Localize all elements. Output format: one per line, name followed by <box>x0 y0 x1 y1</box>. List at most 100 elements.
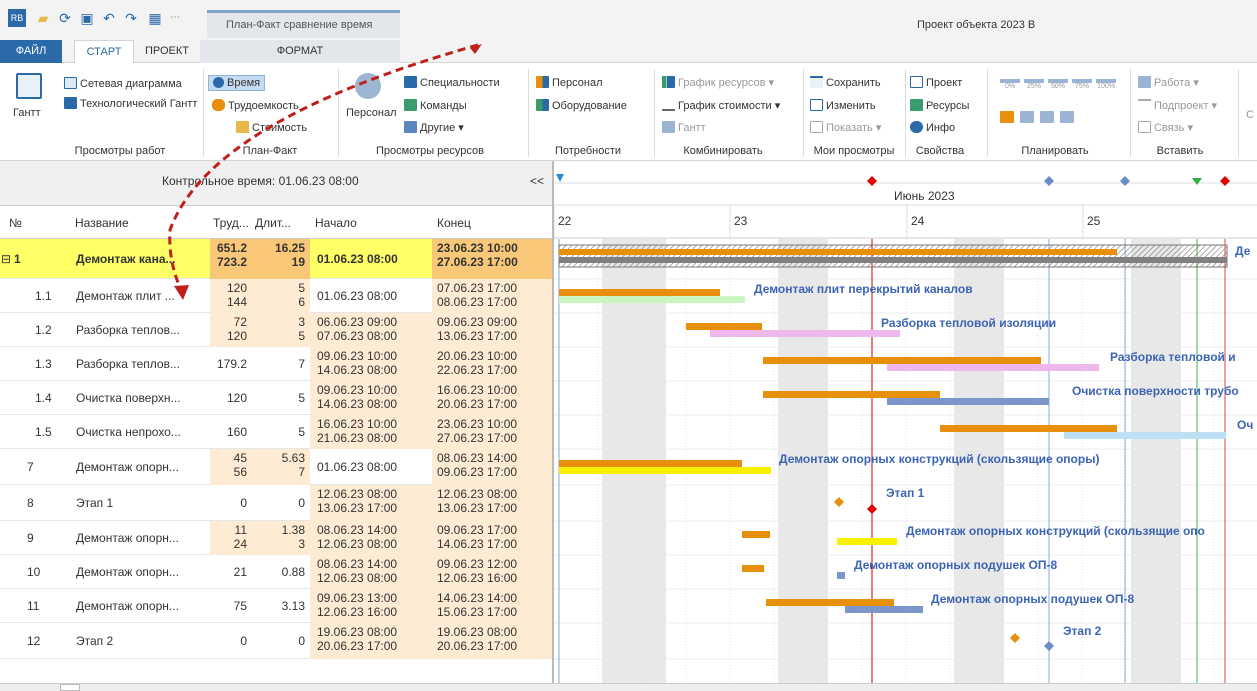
end: 09.06.23 12:00 <box>437 557 518 571</box>
collapse-button[interactable]: << <box>530 174 544 188</box>
dur: 16.25 <box>274 241 305 255</box>
table-row[interactable]: 1.2 Разборка теплов... 72 120 3 5 06.06.23 09:… <box>0 313 552 347</box>
clock-icon <box>213 77 224 88</box>
edit-view-button[interactable]: Изменить <box>810 99 876 112</box>
open-folder-icon[interactable]: ▰ <box>34 9 52 27</box>
resource-chart-button[interactable]: График ресурсов ▾ <box>662 76 774 89</box>
summary-row[interactable]: 1 ⊟ Демонтаж кана... 651.2 723.2 16.25 19 01.06… <box>0 239 552 279</box>
network-diagram-button[interactable]: Сетевая диаграмма <box>64 77 182 90</box>
tech-gantt-button[interactable]: Технологический Гантт <box>64 97 197 110</box>
group-separator <box>987 69 988 157</box>
project-properties-button[interactable]: Проект <box>910 76 962 89</box>
group-views: Просмотры работ <box>74 145 166 157</box>
percent-50-button[interactable]: 50% <box>1048 79 1068 99</box>
gantt-label: Оч <box>1237 418 1253 432</box>
insert-link-button[interactable]: Связь ▾ <box>1138 121 1193 134</box>
ribbon: Гантт Сетевая диаграмма Технологический … <box>0 63 1257 161</box>
insert-work-button[interactable]: Работа ▾ <box>1138 76 1199 89</box>
insert-subproject-label: Подпроект ▾ <box>1154 100 1218 112</box>
dur: 0 <box>298 496 305 510</box>
start: 16.06.23 10:00 <box>317 417 398 431</box>
table-icon[interactable]: ▦ <box>146 9 164 27</box>
save-icon[interactable]: ▣ <box>78 9 96 27</box>
save-view-button[interactable]: Сохранить <box>810 76 881 89</box>
horizontal-scrollbar[interactable] <box>0 683 1257 691</box>
personnel-view-button[interactable]: Персонал <box>346 107 397 119</box>
specialties-button[interactable]: Специальности <box>404 76 500 89</box>
table-row[interactable]: 1.1 Демонтаж плит ... 120 144 5 6 01.06.23 08:… <box>0 279 552 313</box>
tab-file[interactable]: ФАЙЛ <box>0 40 62 63</box>
scroll-thumb[interactable] <box>60 684 80 691</box>
schedule-buttons[interactable] <box>1000 111 1120 123</box>
info-button[interactable]: Инфо <box>910 121 955 134</box>
table-row[interactable]: 8 Этап 1 0 0 12.06.23 08:00 13.06.23 17:00 12.… <box>0 485 552 521</box>
plan-bar <box>686 323 762 330</box>
plan-bar <box>559 460 742 467</box>
end: 23.06.23 10:00 <box>437 241 518 255</box>
redo-icon[interactable]: ↷ <box>122 9 140 27</box>
table-row[interactable]: 1.5 Очистка непрохо... 160 5 16.06.23 10:00 2… <box>0 415 552 449</box>
tab-start[interactable]: СТАРТ <box>74 40 134 64</box>
tab-project[interactable]: ПРОЕКТ <box>134 40 200 63</box>
task-name: Демонтаж опорн... <box>76 565 179 579</box>
table-row[interactable]: 12 Этап 2 0 0 19.06.23 08:00 20.06.23 17:00 19… <box>0 623 552 659</box>
table-row[interactable]: 1.4 Очистка поверхн... 120 5 09.06.23 10:00 1… <box>0 381 552 415</box>
day-label: 23 <box>734 214 748 228</box>
people-icon <box>212 99 225 111</box>
cost-button[interactable]: Стоимость <box>236 121 307 134</box>
percent-75-button[interactable]: 75% <box>1072 79 1092 99</box>
percent-100-button[interactable]: 100% <box>1096 79 1116 99</box>
customize-qat-icon[interactable]: ⋯ <box>166 9 184 27</box>
edit-view-label: Изменить <box>826 100 876 112</box>
start: 12.06.23 08:00 <box>317 571 398 585</box>
tab-format[interactable]: ФОРМАТ <box>200 40 400 63</box>
show-view-icon <box>810 121 823 133</box>
col-duration[interactable]: Длит... <box>255 216 291 230</box>
col-num[interactable]: № <box>9 216 22 230</box>
col-labor[interactable]: Труд... <box>213 216 249 230</box>
table-row[interactable]: 9 Демонтаж опорн... 11 24 1.38 3 08.06.23 14:0… <box>0 521 552 555</box>
gantt-combine-button[interactable]: Гантт <box>662 121 706 134</box>
percent-25-button[interactable]: 25% <box>1024 79 1044 99</box>
others-button[interactable]: Другие ▾ <box>404 121 464 134</box>
col-name[interactable]: Название <box>75 216 129 230</box>
resources-properties-button[interactable]: Ресурсы <box>910 99 969 112</box>
cost-chart-button[interactable]: График стоимости ▾ <box>662 99 780 112</box>
labor: 56 <box>233 465 247 479</box>
table-row[interactable]: 10 Демонтаж опорн... 21 0.88 08.06.23 14:00 1… <box>0 555 552 589</box>
task-name: Демонтаж плит ... <box>76 289 175 303</box>
dur: 3 <box>298 315 305 329</box>
labor: 75 <box>233 599 247 613</box>
start: 21.06.23 08:00 <box>317 431 398 445</box>
fact-bar <box>710 330 900 337</box>
refresh-icon[interactable]: ⟳ <box>56 9 74 27</box>
specialties-icon <box>404 76 417 88</box>
insert-subproject-button[interactable]: Подпроект ▾ <box>1138 99 1217 112</box>
labor-button[interactable]: Трудоемкость <box>212 99 299 112</box>
col-end[interactable]: Конец <box>437 216 471 230</box>
need-personnel-button[interactable]: Персонал <box>536 76 603 89</box>
gantt-label: Этап 2 <box>1063 624 1102 638</box>
gantt-button[interactable]: Гантт <box>13 107 41 119</box>
gantt-label: Этап 1 <box>886 486 925 500</box>
equipment-icon <box>536 99 549 111</box>
nonworking-band <box>1131 239 1181 683</box>
group-resources: Просмотры ресурсов <box>375 145 484 157</box>
time-button[interactable]: Время <box>208 75 266 91</box>
percent-0-button[interactable]: 0% <box>1000 79 1020 99</box>
equipment-button[interactable]: Оборудование <box>536 99 627 112</box>
undo-icon[interactable]: ↶ <box>100 9 118 27</box>
ribbon-tabs: ФАЙЛ СТАРТ ПРОЕКТ ФОРМАТ <box>0 40 1257 64</box>
teams-button[interactable]: Команды <box>404 99 467 112</box>
summary-fact-bar <box>559 257 1227 263</box>
gantt-label: Демонтаж опорных подушек ОП-8 <box>931 592 1134 606</box>
table-row[interactable]: 11 Демонтаж опорн... 75 3.13 09.06.23 13:00 1… <box>0 589 552 623</box>
collapse-toggle-icon[interactable]: ⊟ <box>1 253 11 265</box>
project-properties-label: Проект <box>926 77 963 89</box>
col-start[interactable]: Начало <box>315 216 357 230</box>
table-row[interactable]: 1.3 Разборка теплов... 179.2 7 09.06.23 10:0… <box>0 347 552 381</box>
table-row[interactable]: 7 Демонтаж опорн... 45 56 5.63 7 01.06.23 08:0… <box>0 449 552 485</box>
plan-bar <box>763 357 1041 364</box>
show-view-button[interactable]: Показать ▾ <box>810 121 881 134</box>
start: 12.06.23 08:00 <box>317 537 398 551</box>
